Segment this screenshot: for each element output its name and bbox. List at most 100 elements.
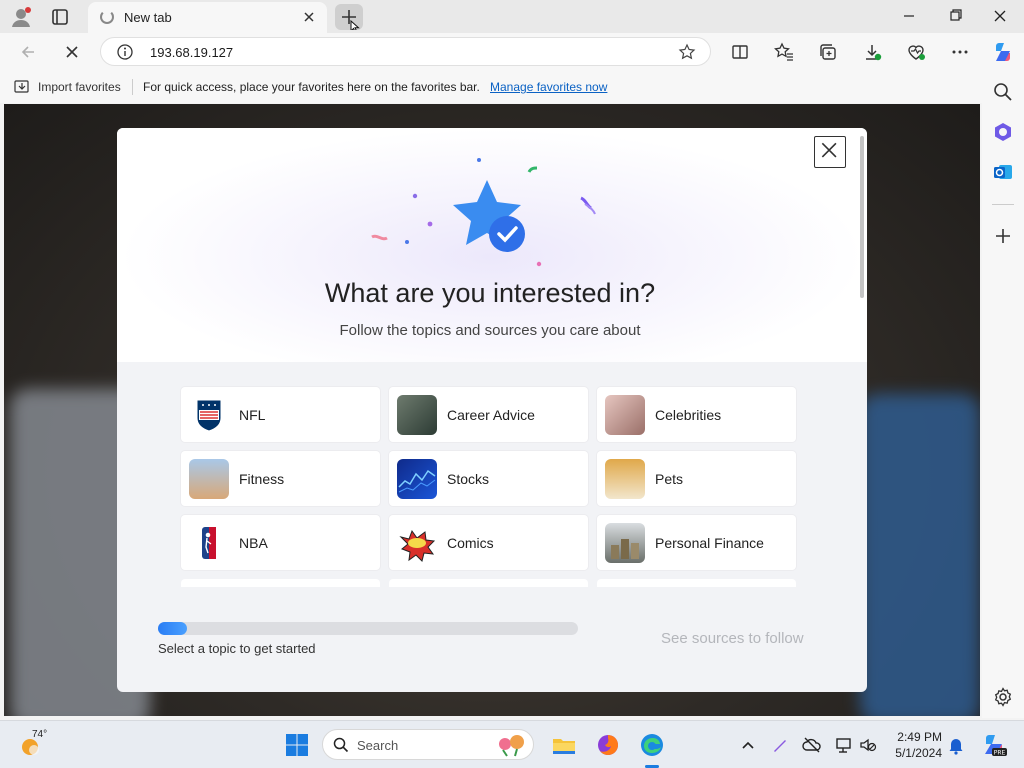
modal-scrollbar[interactable] (860, 136, 864, 298)
topic-label: Pets (655, 471, 684, 487)
topic-card-fitness[interactable]: Fitness (181, 451, 380, 506)
favorites-message: For quick access, place your favorites h… (143, 80, 480, 94)
topic-card-nfl[interactable]: NFL (181, 387, 380, 442)
favorites-divider (132, 79, 133, 95)
topic-label: Fitness (239, 471, 285, 487)
system-clock[interactable]: 2:49 PM 5/1/2024 (882, 729, 942, 761)
pets-photo-icon (605, 459, 645, 499)
import-favorites-button[interactable]: Import favorites (38, 80, 121, 94)
search-sidebar-icon[interactable] (992, 81, 1014, 103)
topic-card-celebrities[interactable]: Celebrities (597, 387, 796, 442)
tab-new-tab[interactable]: New tab (88, 2, 327, 33)
topic-label: Comics (447, 535, 494, 551)
pen-icon[interactable] (770, 735, 790, 755)
flowers-highlight-icon (499, 735, 524, 757)
restore-icon[interactable] (943, 6, 967, 26)
windows-start-icon[interactable] (283, 731, 311, 759)
star-checkmark-illustration-icon (371, 158, 596, 267)
topic-card-stocks[interactable]: Stocks (389, 451, 588, 506)
topic-card-nba[interactable]: NBA (181, 515, 380, 570)
close-window-icon[interactable] (988, 6, 1012, 26)
clock-time: 2:49 PM (897, 730, 942, 744)
search-icon (333, 737, 349, 753)
copilot-preview-icon[interactable]: PRE (980, 731, 1008, 759)
topic-card-personal-finance[interactable]: Personal Finance (597, 515, 796, 570)
add-sidebar-app-icon[interactable] (992, 225, 1014, 247)
favorites-bar: Import favorites For quick access, place… (0, 71, 990, 103)
topic-card-comics[interactable]: Comics (389, 515, 588, 570)
file-explorer-icon[interactable] (550, 731, 578, 759)
weather-temp: 74° (32, 729, 48, 740)
modal-subtitle: Follow the topics and sources you care a… (339, 322, 641, 339)
copilot-icon[interactable] (991, 40, 1015, 64)
collections-icon[interactable] (818, 42, 838, 62)
nba-logo-icon (189, 523, 229, 563)
background-blur-right (860, 394, 980, 716)
svg-text:PRE: PRE (994, 750, 1006, 757)
back-icon[interactable] (18, 42, 38, 62)
split-screen-icon[interactable] (730, 42, 750, 62)
downloads-icon[interactable] (862, 42, 882, 62)
celebrities-photo-icon (605, 395, 645, 435)
close-icon (821, 142, 837, 158)
edge-browser-icon[interactable] (638, 731, 666, 759)
topic-label: NFL (239, 407, 266, 423)
tab-close-icon[interactable] (301, 9, 317, 25)
address-text: 193.68.19.127 (150, 45, 234, 60)
progress-fill (158, 622, 188, 635)
tab-title: New tab (124, 10, 172, 25)
taskbar-search-box[interactable]: Search (322, 729, 534, 760)
topic-card-partial[interactable] (597, 579, 796, 587)
profile-avatar-icon[interactable] (10, 6, 32, 28)
comics-pow-icon (397, 523, 437, 563)
stop-loading-icon[interactable] (62, 42, 82, 62)
edge-sidebar (982, 71, 1024, 718)
clock-date: 5/1/2024 (895, 746, 942, 760)
address-bar[interactable]: 193.68.19.127 (100, 37, 711, 66)
new-tab-button[interactable] (335, 4, 363, 34)
modal-title: What are you interested in? (324, 278, 656, 308)
site-info-icon[interactable] (117, 44, 133, 60)
outlook-icon[interactable] (992, 161, 1014, 183)
interests-modal: What are you interested in? Follow the t… (117, 128, 867, 692)
topic-card-partial[interactable] (389, 579, 588, 587)
nfl-logo-icon (189, 395, 229, 435)
loading-spinner-icon (100, 10, 114, 24)
browser-essentials-icon[interactable] (906, 42, 926, 62)
topic-card-pets[interactable]: Pets (597, 451, 796, 506)
more-options-icon[interactable] (950, 42, 970, 62)
minimize-icon[interactable] (897, 6, 921, 26)
title-bar: New tab (0, 0, 1024, 34)
notification-bell-icon[interactable] (946, 735, 966, 755)
progress-text: Select a topic to get started (158, 641, 316, 656)
settings-gear-icon[interactable] (992, 686, 1014, 708)
tab-actions-icon[interactable] (50, 7, 70, 27)
fitness-photo-icon (189, 459, 229, 499)
topic-card-career-advice[interactable]: Career Advice (389, 387, 588, 442)
modal-close-button[interactable] (814, 136, 846, 168)
sidebar-divider (992, 204, 1014, 205)
career-photo-icon (397, 395, 437, 435)
onedrive-offline-icon[interactable] (802, 735, 822, 755)
topic-label: Personal Finance (655, 535, 764, 551)
manage-favorites-link[interactable]: Manage favorites now (490, 80, 607, 94)
see-sources-button[interactable]: See sources to follow (661, 630, 804, 647)
browser-toolbar: 193.68.19.127 (0, 33, 1024, 71)
plus-icon (342, 10, 360, 34)
network-icon[interactable] (834, 735, 854, 755)
favorite-star-icon[interactable] (678, 43, 696, 61)
m365-icon[interactable] (992, 121, 1014, 143)
taskbar: 74° Search 2:49 PM 5/1/2024 PRE (0, 720, 1024, 768)
topic-label: NBA (239, 535, 268, 551)
favorites-icon[interactable] (774, 42, 794, 62)
volume-muted-icon[interactable] (858, 735, 878, 755)
search-placeholder: Search (357, 738, 399, 753)
progress-bar (158, 622, 578, 635)
import-favorites-icon[interactable] (13, 79, 31, 95)
finance-coins-icon (605, 523, 645, 563)
topic-card-partial[interactable] (181, 579, 380, 587)
show-hidden-icons-icon[interactable] (738, 735, 758, 755)
firefox-icon[interactable] (594, 731, 622, 759)
topic-label: Career Advice (447, 407, 535, 423)
page-content: What are you interested in? Follow the t… (4, 104, 980, 716)
